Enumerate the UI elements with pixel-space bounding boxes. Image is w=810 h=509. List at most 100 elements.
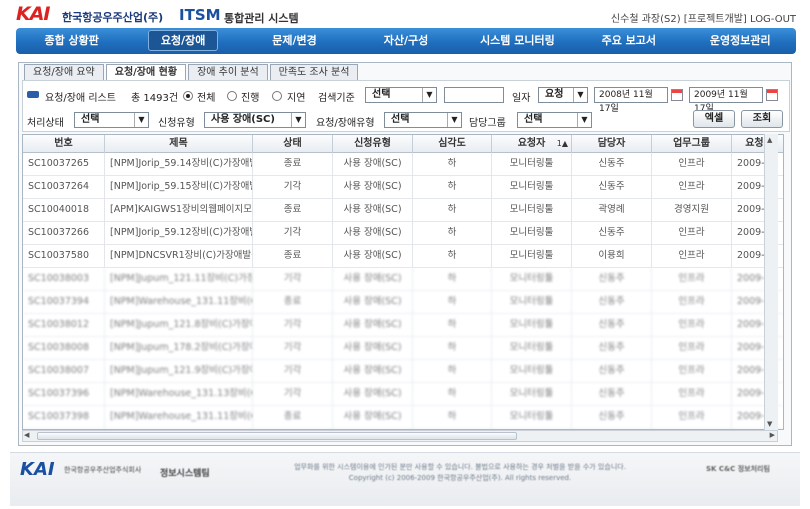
- system-title: 통합관리 시스템: [224, 12, 299, 25]
- col-assignee[interactable]: 담당자: [572, 135, 652, 153]
- cell-status: 종료: [253, 153, 333, 176]
- kai-logo[interactable]: KAI: [16, 3, 50, 25]
- col-title[interactable]: 제목: [105, 135, 253, 153]
- table-row[interactable]: SC10038008 [NPM]Jupum_178.2장비(C)가장애 기각 사용 장…: [23, 337, 783, 360]
- nav-system-monitoring[interactable]: 시스템 모니터링: [462, 28, 573, 54]
- partner-text: SK C&C 정보처리팀: [706, 465, 770, 473]
- table-row[interactable]: SC10037265 [NPM]Jorip_59.14장비(C)가장애발생 종료 사용…: [23, 153, 783, 176]
- status-select[interactable]: 선택 ▼: [74, 112, 149, 128]
- cell-severity: 하: [413, 153, 492, 176]
- table-row[interactable]: SC10037580 [NPM]DNCSVR1장비(C)가장애발생 종료 사용 장애(…: [23, 245, 783, 268]
- tab-summary[interactable]: 요청/장애 요약: [24, 64, 104, 81]
- radio-delay-label: 지연: [287, 93, 306, 104]
- table-row[interactable]: SC10038007 [NPM]Jupum_121.9장비(C)가장애 기각 사용 장…: [23, 360, 783, 383]
- scroll-right-icon[interactable]: ▶: [770, 431, 775, 439]
- col-status[interactable]: 상태: [253, 135, 333, 153]
- cell-title: [NPM]Jupum_121.8장비(C)가장애: [105, 314, 253, 337]
- company-name: 한국항공우주산업(주): [62, 11, 164, 24]
- cell-title: [NPM]Jupum_178.2장비(C)가장애: [105, 337, 253, 360]
- search-basis-label: 검색기준: [318, 93, 355, 104]
- list-icon: [27, 91, 39, 98]
- table-row[interactable]: SC10037266 [NPM]Jorip_59.12장비(C)가장애발생 기각 사용…: [23, 222, 783, 245]
- cell-status: 종료: [253, 199, 333, 222]
- nav-operation-info[interactable]: 운영정보관리: [685, 28, 796, 54]
- date-to-input[interactable]: 2009년 11월 17일: [689, 87, 763, 114]
- cell-assignee: 신동주: [572, 153, 652, 176]
- table-row[interactable]: SC10037264 [NPM]Jorip_59.15장비(C)가장애발생 기각 사용…: [23, 176, 783, 199]
- req-fault-type-select[interactable]: 선택 ▼: [384, 112, 462, 128]
- tab-status[interactable]: 요청/장애 현황: [105, 64, 187, 81]
- tab-trend[interactable]: 장애 추이 분석: [188, 64, 268, 81]
- cell-number: SC10037398: [23, 406, 105, 429]
- table-row[interactable]: SC10038012 [NPM]Jupum_121.8장비(C)가장애 기각 사용 장…: [23, 314, 783, 337]
- cell-group: 경영지원: [652, 199, 732, 222]
- cell-group: 인프라: [652, 314, 732, 337]
- nav-problem-change[interactable]: 문제/변경: [239, 28, 350, 54]
- footer-company: 한국항공우주산업주식회사: [64, 466, 142, 474]
- cell-status: 기각: [253, 222, 333, 245]
- table-row[interactable]: SC10037394[NPM]Warehouse_131.11장비(C)가장애종…: [23, 291, 783, 314]
- group-select[interactable]: 선택 ▼: [517, 112, 592, 128]
- chevron-down-icon: ▼: [447, 113, 461, 127]
- tab-satisfaction[interactable]: 만족도 조사 분석: [269, 64, 359, 81]
- scroll-left-icon[interactable]: ◀: [24, 431, 29, 439]
- cell-assignee: 신동주: [572, 406, 652, 429]
- nav-reports[interactable]: 주요 보고서: [573, 28, 684, 54]
- cell-requester: 모니터링툴: [492, 291, 572, 314]
- partner-logo: SK C&C 정보처리팀: [706, 460, 770, 474]
- radio-delay[interactable]: [272, 91, 282, 101]
- cell-requester: 모니터링툴: [492, 222, 572, 245]
- date-type-select[interactable]: 요청 ▼: [538, 87, 588, 103]
- calendar-icon[interactable]: [671, 89, 683, 101]
- col-number[interactable]: 번호: [23, 135, 105, 153]
- radio-all[interactable]: [183, 91, 193, 101]
- cell-req-type: 사용 장애(SC): [333, 360, 413, 383]
- horizontal-scrollbar[interactable]: ◀ ▶: [22, 430, 778, 442]
- table-row[interactable]: SC10040018[APM]KAIGWS1장비의웹페이지모니터링종료사용 장애…: [23, 199, 783, 222]
- cell-assignee: 신동주: [572, 314, 652, 337]
- nav-dashboard[interactable]: 종합 상황판: [16, 28, 127, 54]
- cell-title: [NPM]Jupum_121.9장비(C)가장애: [105, 360, 253, 383]
- footer-copyright: Copyright (c) 2006-2009 한국항공우주산업(주). All…: [348, 474, 572, 482]
- cell-number: SC10038012: [23, 314, 105, 337]
- col-requester[interactable]: 요청자 1▲: [492, 135, 572, 153]
- cell-title: [NPM]Jupum_121.11장비(C)가장애: [105, 268, 253, 291]
- chevron-down-icon: ▼: [291, 113, 305, 127]
- user-info-logout[interactable]: 신수철 과장(S2) [프로젝트개발] LOG-OUT: [611, 10, 796, 25]
- date-from-input[interactable]: 2008년 11월 17일: [594, 87, 668, 114]
- table-row[interactable]: SC10038003 [NPM]Jupum_121.11장비(C)가장애 기각 사용 …: [23, 268, 783, 291]
- cell-req-type: 사용 장애(SC): [333, 245, 413, 268]
- radio-progress-label: 진행: [241, 93, 260, 104]
- cell-requester: 모니터링툴: [492, 360, 572, 383]
- tab-bar: 요청/장애 요약 요청/장애 현황 장애 추이 분석 만족도 조사 분석: [24, 64, 360, 81]
- cell-req-type: 사용 장애(SC): [333, 153, 413, 176]
- search-button[interactable]: 조회: [741, 110, 783, 128]
- cell-assignee: 이용희: [572, 245, 652, 268]
- cell-status: 기각: [253, 268, 333, 291]
- scroll-up-icon[interactable]: ▲: [767, 136, 772, 144]
- cell-title: [APM]KAIGWS1장비의웹페이지모니터링: [105, 199, 253, 222]
- col-req-type[interactable]: 신청유형: [333, 135, 413, 153]
- table-row[interactable]: SC10037396[NPM]Warehouse_131.13장비(C)가장애기…: [23, 383, 783, 406]
- cell-group: 인프라: [652, 245, 732, 268]
- excel-button[interactable]: 엑셀: [693, 110, 735, 128]
- cell-group: 인프라: [652, 360, 732, 383]
- col-severity[interactable]: 심각도: [413, 135, 492, 153]
- radio-progress[interactable]: [227, 91, 237, 101]
- vertical-scrollbar[interactable]: ▲ ▼: [764, 134, 778, 430]
- cell-number: SC10037264: [23, 176, 105, 199]
- calendar-icon[interactable]: [766, 89, 778, 101]
- list-label: 요청/장애 리스트: [45, 93, 116, 104]
- search-basis-select[interactable]: 선택 ▼: [365, 87, 437, 103]
- nav-asset-config[interactable]: 자산/구성: [350, 28, 461, 54]
- cell-assignee: 신동주: [572, 383, 652, 406]
- scroll-down-icon[interactable]: ▼: [767, 420, 772, 428]
- nav-request-fault[interactable]: 요청/장애: [127, 28, 238, 54]
- scroll-thumb[interactable]: [37, 432, 517, 440]
- col-group[interactable]: 업무그룹: [652, 135, 732, 153]
- search-input[interactable]: [444, 87, 504, 103]
- req-type-select[interactable]: 사용 장애(SC) ▼: [204, 112, 306, 128]
- table-row[interactable]: SC10037398[NPM]Warehouse_131.11장비(C)가장애종…: [23, 406, 783, 429]
- cell-title: [NPM]Warehouse_131.11장비(C)가장애: [105, 291, 253, 314]
- radio-all-label: 전체: [197, 93, 216, 104]
